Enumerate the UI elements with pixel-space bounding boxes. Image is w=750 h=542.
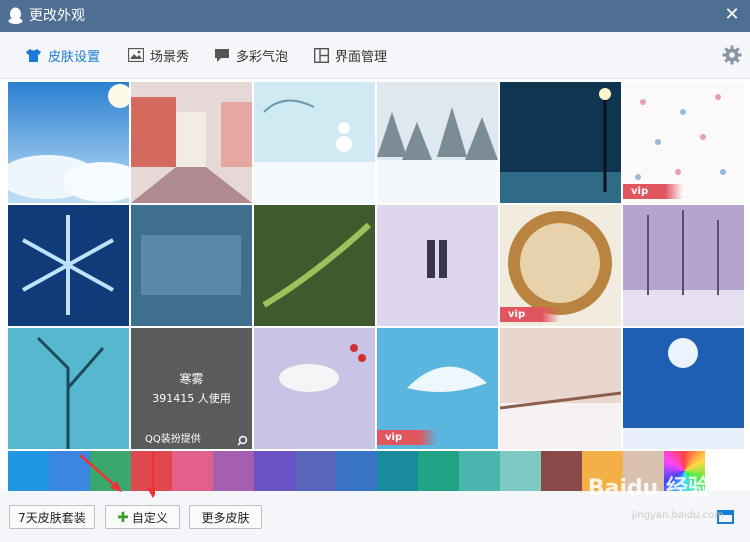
vip-badge: vip (623, 184, 683, 199)
skin-thumbnail (500, 328, 621, 449)
color-swatch[interactable] (336, 451, 377, 491)
color-swatch[interactable] (295, 451, 336, 491)
tab-layout-manage[interactable]: 界面管理 (314, 44, 387, 66)
color-swatch[interactable] (8, 451, 49, 491)
skin-thumbnail (377, 205, 498, 326)
bubble-icon (215, 48, 229, 62)
skin-tile-ice-snowflake[interactable] (8, 205, 129, 326)
more-skins-button[interactable]: 更多皮肤 (189, 505, 262, 529)
close-button[interactable]: ✕ (722, 5, 742, 25)
skin-thumbnail (8, 328, 129, 449)
skin-thumbnail (623, 205, 744, 326)
tab-label: 多彩气泡 (236, 49, 289, 65)
skin-thumbnail (377, 82, 498, 203)
zoom-icon[interactable] (237, 435, 248, 446)
color-swatch[interactable] (418, 451, 459, 491)
skin-name: 寒雾 (179, 372, 204, 386)
skin-tile-sky-clouds[interactable] (8, 82, 129, 203)
skin-provider: QQ装扮提供 (145, 434, 201, 445)
skin-thumbnail (254, 328, 375, 449)
skin-tile-purple-trees[interactable] (623, 205, 744, 326)
tab-scene-show[interactable]: 场景秀 (128, 44, 189, 66)
color-swatch[interactable] (541, 451, 582, 491)
skin-tile-cold-fog[interactable]: 寒雾 391415 人使用 QQ装扮提供 (131, 328, 252, 449)
skin-tile-sunset-bridge[interactable] (500, 328, 621, 449)
seven-day-skin-button[interactable]: 7天皮肤套装 (9, 505, 95, 529)
skin-grid: vip vip 寒雾 391415 人使用 QQ装扮提供 vip (8, 82, 746, 451)
skin-tile-night-lamp[interactable] (500, 82, 621, 203)
color-swatch[interactable] (459, 451, 500, 491)
qq-logo-icon (8, 7, 23, 24)
tab-label: 场景秀 (150, 49, 190, 65)
color-swatch[interactable] (254, 451, 295, 491)
skin-tile-feather[interactable]: vip (377, 328, 498, 449)
tab-bar: 皮肤设置 场景秀 多彩气泡 界面管理 (0, 32, 750, 79)
custom-skin-label: 自定义 (131, 511, 168, 525)
annotation-arrow (79, 452, 155, 498)
skin-tile-pine-branch[interactable] (254, 205, 375, 326)
skin-thumbnail (254, 82, 375, 203)
vip-badge: vip (500, 307, 560, 322)
skin-tile-coffee-art[interactable]: vip (500, 205, 621, 326)
skin-thumbnail (254, 205, 375, 326)
tab-label: 界面管理 (335, 49, 388, 65)
skin-tile-bird-berries[interactable] (254, 328, 375, 449)
color-swatch[interactable] (172, 451, 213, 491)
tab-label: 皮肤设置 (48, 49, 101, 65)
skin-tile-couple-snow[interactable] (377, 205, 498, 326)
skin-thumbnail (500, 82, 621, 203)
skin-thumbnail (131, 205, 252, 326)
skin-tile-merry-christmas[interactable] (131, 205, 252, 326)
vip-badge: vip (377, 430, 437, 445)
skin-tile-snow-forest[interactable] (377, 82, 498, 203)
image-icon (128, 48, 144, 62)
color-swatch[interactable] (377, 451, 418, 491)
skin-hover-overlay: 寒雾 391415 人使用 QQ装扮提供 (131, 328, 252, 449)
shirt-icon (26, 48, 41, 62)
skin-thumbnail (623, 328, 744, 449)
gear-icon[interactable] (722, 45, 742, 65)
plus-icon: ✚ (117, 510, 129, 526)
tab-skin-settings[interactable]: 皮肤设置 (25, 44, 100, 66)
skin-tile-town-street[interactable] (131, 82, 252, 203)
custom-skin-button[interactable]: ✚ 自定义 (105, 505, 180, 529)
color-swatch[interactable] (213, 451, 254, 491)
skin-tile-moon-sleigh[interactable] (623, 328, 744, 449)
baidu-watermark-url: jingyan.baidu.com (631, 510, 724, 521)
skin-thumbnail (131, 82, 252, 203)
layout-icon (314, 47, 329, 63)
skin-tile-snowman[interactable] (254, 82, 375, 203)
window-title: 更改外观 (29, 8, 85, 24)
skin-thumbnail (8, 82, 129, 203)
baidu-watermark: Baidu 经验 (587, 476, 710, 501)
tab-color-bubbles[interactable]: 多彩气泡 (214, 44, 288, 66)
color-swatch[interactable] (500, 451, 541, 491)
skin-tile-snowflake-pattern[interactable]: vip (623, 82, 744, 203)
skin-thumbnail (8, 205, 129, 326)
title-bar: 更改外观 ✕ (0, 0, 750, 32)
skin-tile-blue-branches[interactable] (8, 328, 129, 449)
skin-user-count: 391415 人使用 (152, 392, 231, 405)
